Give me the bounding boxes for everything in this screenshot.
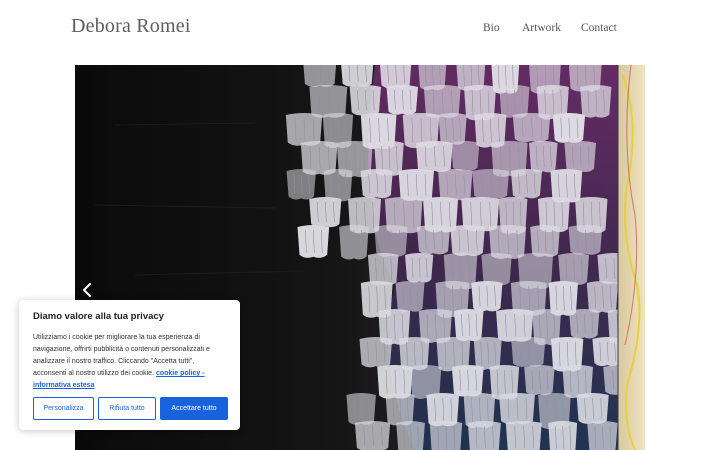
- nav-item-contact[interactable]: Contact: [581, 22, 617, 34]
- cookie-banner-title: Diamo valore alla tua privacy: [33, 311, 164, 322]
- slider-prev-button[interactable]: [79, 279, 95, 301]
- site-title[interactable]: Debora Romei: [71, 15, 191, 38]
- customize-button[interactable]: Personalizza: [33, 397, 94, 420]
- cookie-banner-buttons: Personalizza Rifiuta tutto Accettare tut…: [33, 397, 228, 420]
- site-header: Debora Romei Bio Artwork Contact: [0, 0, 720, 65]
- reject-all-button[interactable]: Rifiuta tutto: [98, 397, 156, 420]
- nav-item-bio[interactable]: Bio: [483, 22, 500, 34]
- cookie-banner-text: Utilizziamo i cookie per migliorare la t…: [33, 332, 225, 392]
- nav-item-artwork[interactable]: Artwork: [522, 22, 561, 34]
- accept-all-button[interactable]: Accettare tutto: [160, 397, 228, 420]
- cookie-consent-banner: Diamo valore alla tua privacy Utilizziam…: [19, 300, 240, 430]
- chevron-left-icon: [83, 283, 91, 297]
